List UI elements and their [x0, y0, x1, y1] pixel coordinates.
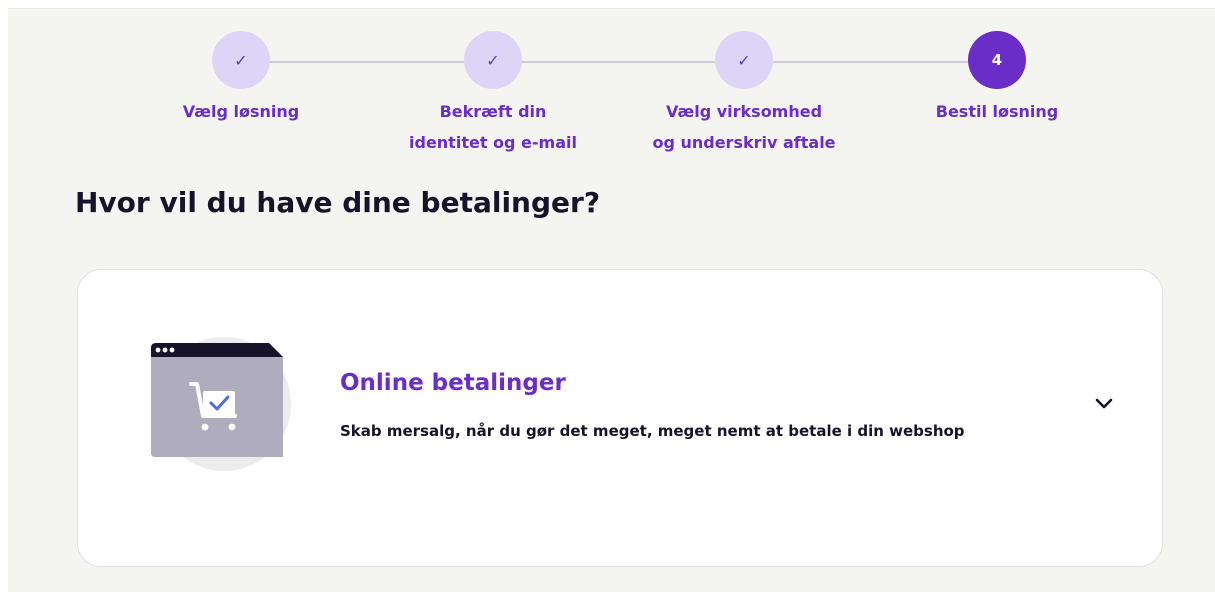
step-confirm-identity: ✓ Bekræft din identitet og e-mail	[383, 31, 603, 158]
step-order-solution: 4 Bestil løsning	[887, 31, 1107, 127]
step-3-done-circle: ✓	[715, 31, 773, 89]
page: ✓ Vælg løsning ✓ Bekræft din identitet o…	[8, 8, 1215, 592]
page-title: Hvor vil du have dine betalinger?	[75, 186, 601, 219]
step-label: Vælg løsning	[182, 102, 300, 121]
card-title: Online betalinger	[340, 370, 566, 396]
check-icon: ✓	[737, 50, 751, 70]
progress-stepper: ✓ Vælg løsning ✓ Bekræft din identitet o…	[8, 9, 1215, 159]
step-number: 4	[991, 51, 1003, 69]
online-payments-option-card[interactable]: Online betalinger Skab mersalg, når du g…	[77, 269, 1163, 567]
check-icon: ✓	[234, 50, 248, 70]
webshop-cart-icon	[151, 337, 291, 477]
step-choose-company: ✓ Vælg virksomhed og underskriv aftale	[634, 31, 854, 158]
check-icon: ✓	[486, 50, 500, 70]
step-2-done-circle: ✓	[464, 31, 522, 89]
step-label: Bekræft din identitet og e-mail	[409, 102, 577, 152]
card-description: Skab mersalg, når du gør det meget, mege…	[340, 422, 965, 440]
step-1-done-circle: ✓	[212, 31, 270, 89]
step-4-active-circle: 4	[968, 31, 1026, 89]
step-choose-solution: ✓ Vælg løsning	[131, 31, 351, 127]
chevron-down-icon[interactable]	[1090, 390, 1118, 418]
step-label: Bestil løsning	[935, 102, 1059, 121]
step-label: Vælg virksomhed og underskriv aftale	[652, 102, 836, 152]
